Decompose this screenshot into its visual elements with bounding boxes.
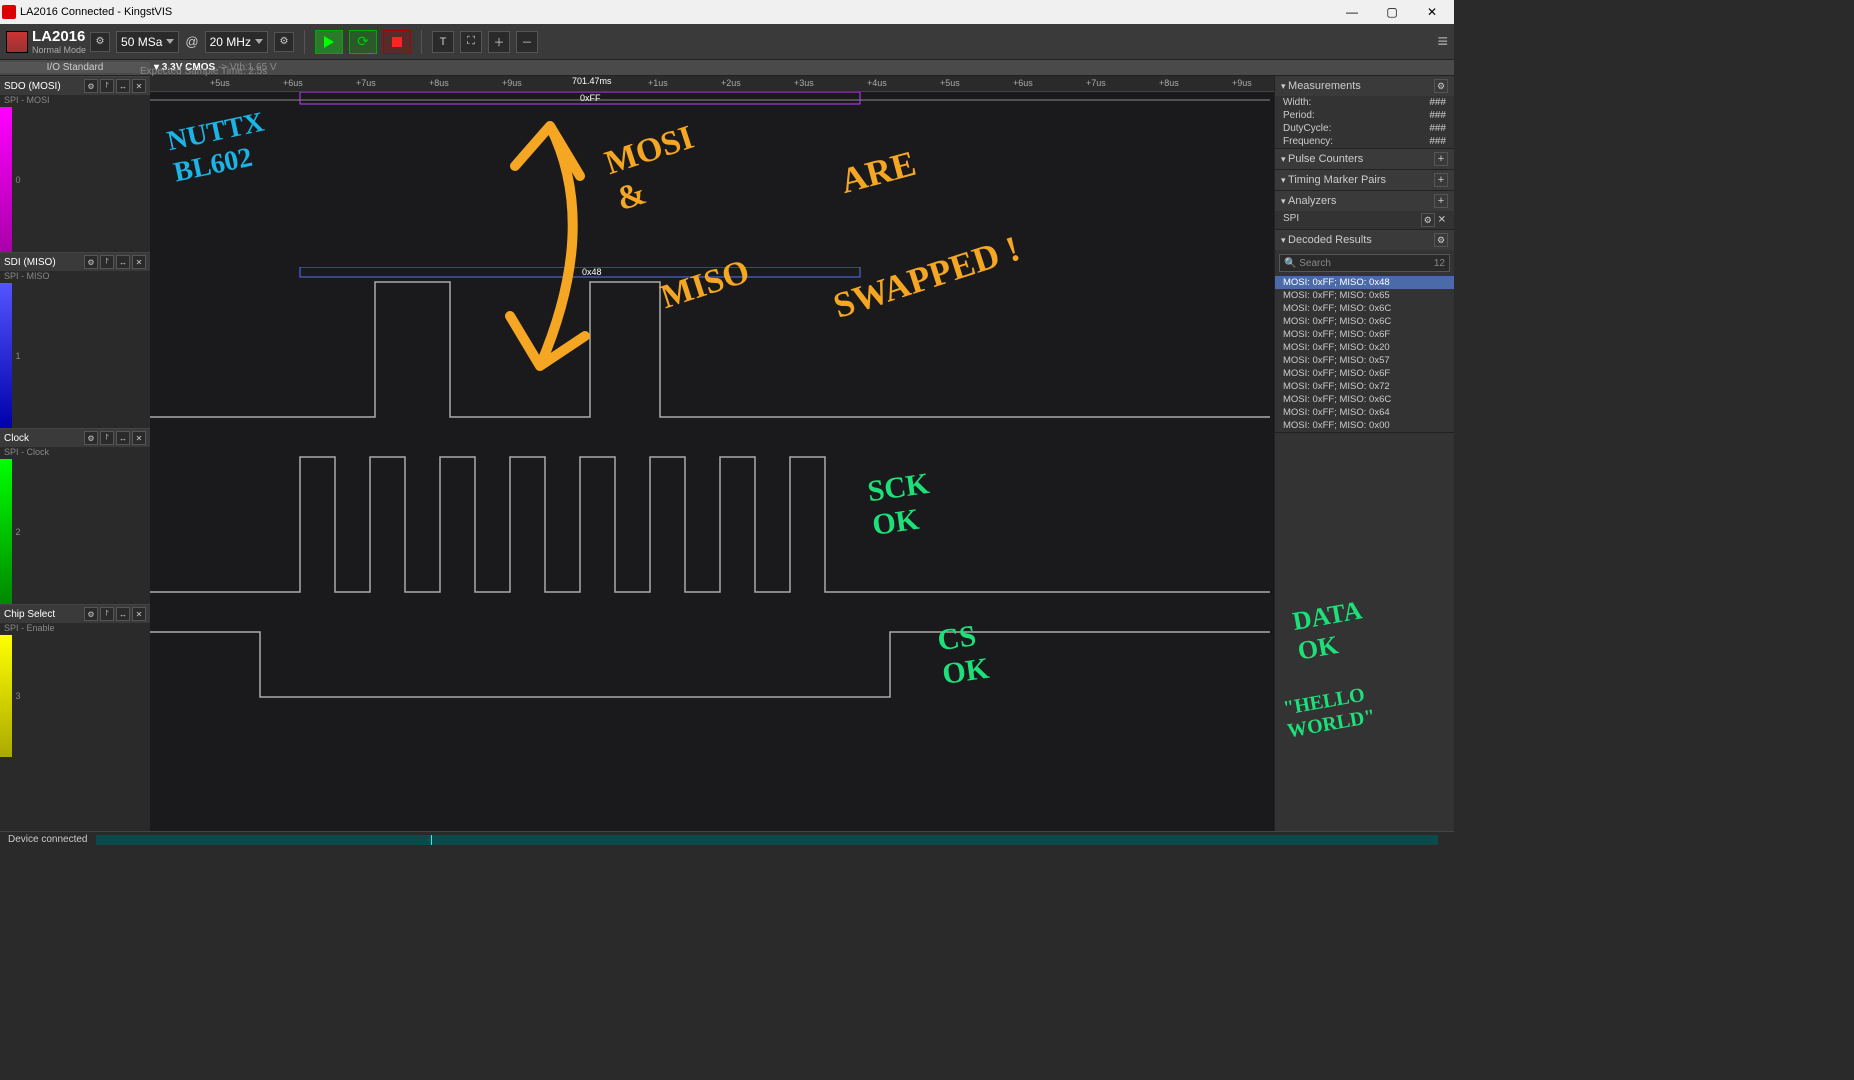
- decoded-row[interactable]: MOSI: 0xFF; MISO: 0x00: [1275, 419, 1454, 432]
- svg-text:0xFF: 0xFF: [580, 93, 601, 103]
- timing-markers-header[interactable]: Timing Marker Pairs: [1281, 174, 1386, 186]
- waveform-view[interactable]: 701.47ms +5us+6us+7us+8us+9us+1us+2us+3u…: [150, 76, 1274, 831]
- channel-2-protocol: SPI - Clock: [0, 447, 150, 459]
- decoded-row[interactable]: MOSI: 0xFF; MISO: 0x6F: [1275, 328, 1454, 341]
- gear-icon[interactable]: ⚙: [1434, 79, 1448, 93]
- start-capture-button[interactable]: [315, 30, 343, 54]
- timeline[interactable]: 701.47ms +5us+6us+7us+8us+9us+1us+2us+3u…: [150, 76, 1274, 92]
- waveform-miso: 0x48: [150, 267, 1274, 442]
- waveform-mosi: 0xFF: [150, 92, 1274, 267]
- decoded-row[interactable]: MOSI: 0xFF; MISO: 0x6C: [1275, 315, 1454, 328]
- window-title: LA2016 Connected - KingstVIS: [20, 6, 172, 18]
- annotation-data-ok: DATA OK: [1290, 595, 1369, 666]
- device-name: LA2016: [32, 28, 86, 45]
- decoded-row[interactable]: MOSI: 0xFF; MISO: 0x64: [1275, 406, 1454, 419]
- analyzer-spi[interactable]: SPI: [1283, 213, 1299, 227]
- measurements-header[interactable]: Measurements: [1281, 80, 1361, 92]
- capture-progress[interactable]: [96, 835, 1439, 845]
- ch-arrow-icon[interactable]: ↔: [116, 79, 130, 93]
- device-mode: Normal Mode: [32, 45, 86, 55]
- ch-trigger-icon[interactable]: ⨡: [100, 79, 114, 93]
- menu-button[interactable]: ≡: [1437, 31, 1448, 52]
- sample-rate-combo[interactable]: 50 MSa: [116, 31, 179, 53]
- chevron-down-icon: [255, 39, 263, 44]
- decoded-header[interactable]: Decoded Results: [1281, 234, 1372, 246]
- timeline-center: 701.47ms: [570, 76, 614, 86]
- analyzers-header[interactable]: Analyzers: [1281, 195, 1336, 207]
- channel-3-name: Chip Select: [4, 609, 55, 620]
- io-standard-label[interactable]: I/O Standard: [0, 62, 150, 73]
- device-icon: [6, 31, 28, 53]
- waveform-clock: [150, 442, 1274, 617]
- decoded-row[interactable]: MOSI: 0xFF; MISO: 0x6F: [1275, 367, 1454, 380]
- svg-text:0x48: 0x48: [582, 267, 602, 277]
- decoded-row[interactable]: MOSI: 0xFF; MISO: 0x20: [1275, 341, 1454, 354]
- plus-icon[interactable]: +: [1434, 194, 1448, 208]
- maximize-button[interactable]: ▢: [1372, 0, 1412, 24]
- stop-capture-button[interactable]: [383, 30, 411, 54]
- zoom-out-button[interactable]: －: [516, 31, 538, 53]
- gear-icon[interactable]: ⚙: [1434, 233, 1448, 247]
- app-logo-icon: [2, 5, 16, 19]
- channel-0-protocol: SPI - MOSI: [0, 95, 150, 107]
- bandwidth-combo[interactable]: 20 MHz: [205, 31, 268, 53]
- decoded-row[interactable]: MOSI: 0xFF; MISO: 0x6C: [1275, 393, 1454, 406]
- decoded-row[interactable]: MOSI: 0xFF; MISO: 0x65: [1275, 289, 1454, 302]
- titlebar: LA2016 Connected - KingstVIS — ▢ ✕: [0, 0, 1454, 24]
- at-label: @: [185, 34, 198, 49]
- decoded-row[interactable]: MOSI: 0xFF; MISO: 0x6C: [1275, 302, 1454, 315]
- search-input[interactable]: 🔍 Search12: [1279, 254, 1450, 272]
- config-button[interactable]: ⚙: [274, 32, 294, 52]
- decoded-row[interactable]: MOSI: 0xFF; MISO: 0x57: [1275, 354, 1454, 367]
- annotation-hello-world: "HELLO WORLD": [1282, 683, 1378, 744]
- decoded-row[interactable]: MOSI: 0xFF; MISO: 0x72: [1275, 380, 1454, 393]
- close-button[interactable]: ✕: [1412, 0, 1452, 24]
- pulse-counters-header[interactable]: Pulse Counters: [1281, 153, 1363, 165]
- channel-3-protocol: SPI - Enable: [0, 623, 150, 635]
- text-cursor-tool[interactable]: T: [432, 31, 454, 53]
- toolbar: LA2016 Normal Mode ⚙ 50 MSa @ 20 MHz ⚙ ⟳…: [0, 24, 1454, 60]
- right-panel: Measurements⚙ Width:### Period:### DutyC…: [1274, 76, 1454, 831]
- chevron-down-icon: [166, 39, 174, 44]
- loop-capture-button[interactable]: ⟳: [349, 30, 377, 54]
- plus-icon[interactable]: +: [1434, 173, 1448, 187]
- channel-1-name: SDI (MISO): [4, 257, 56, 268]
- waveform-cs: [150, 617, 1274, 769]
- statusbar: Device connected: [0, 831, 1454, 847]
- plus-icon[interactable]: +: [1434, 152, 1448, 166]
- zoom-in-button[interactable]: ＋: [488, 31, 510, 53]
- channel-1-protocol: SPI - MISO: [0, 271, 150, 283]
- ch-close-icon[interactable]: ✕: [132, 79, 146, 93]
- channel-panel: SDO (MOSI) ⚙⨡↔✕ SPI - MOSI 0 SDI (MISO) …: [0, 76, 150, 831]
- channel-0-name: SDO (MOSI): [4, 81, 61, 92]
- ch-settings-icon[interactable]: ⚙: [84, 79, 98, 93]
- decoded-row[interactable]: MOSI: 0xFF; MISO: 0x48: [1275, 276, 1454, 289]
- minimize-button[interactable]: —: [1332, 0, 1372, 24]
- device-settings-button[interactable]: ⚙: [90, 32, 110, 52]
- decoded-results-list[interactable]: MOSI: 0xFF; MISO: 0x48MOSI: 0xFF; MISO: …: [1275, 276, 1454, 432]
- status-text: Device connected: [8, 834, 88, 845]
- zoom-fit-button[interactable]: ⛶: [460, 31, 482, 53]
- channel-2-name: Clock: [4, 433, 29, 444]
